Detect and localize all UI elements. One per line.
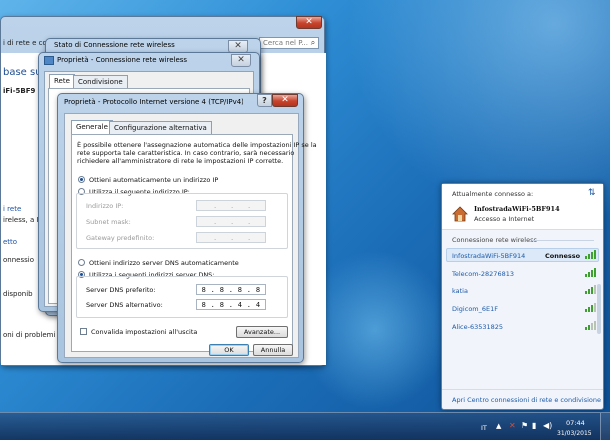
close-icon[interactable]: ✕ — [231, 54, 251, 67]
dialog-body: Generale Configurazione alternativa È po… — [64, 113, 317, 358]
network-item-name[interactable]: Alice-63531825 — [452, 323, 503, 331]
network-item-status: Connesso — [545, 252, 581, 260]
auto-dns-radio[interactable] — [78, 259, 85, 266]
current-network-name: InfostradaWiFi-5BF914 — [474, 205, 560, 213]
network-name: iFi-5BF9 — [3, 87, 36, 95]
taskbar: IT ▲ ✕ ⚑ ▮ ◀) 07:44 31/03/2015 — [0, 412, 610, 440]
network-flyout: Attualmente connesso a: ⇅ InfostradaWiFi… — [441, 183, 604, 410]
section-divider — [532, 240, 594, 241]
flag-icon[interactable]: ⚑ — [521, 421, 528, 430]
network-tray-icon[interactable]: ✕ — [509, 421, 516, 430]
preferred-dns-label: Server DNS preferito: — [86, 286, 156, 294]
current-connection-panel: Attualmente connesso a: ⇅ InfostradaWiFi… — [442, 184, 603, 230]
tab-configurazione-alternativa[interactable]: Configurazione alternativa — [109, 121, 212, 134]
tab-generale[interactable]: Generale — [71, 120, 113, 134]
signal-icon — [585, 285, 597, 294]
network-item-name[interactable]: Telecom-28276813 — [452, 270, 514, 278]
language-indicator[interactable]: IT — [481, 424, 487, 432]
help-icon[interactable]: ? — [257, 94, 272, 107]
subnet-field[interactable]: ... — [196, 216, 266, 227]
network-item-name[interactable]: katia — [452, 287, 468, 295]
validate-label[interactable]: Convalida impostazioni all'uscita — [91, 328, 197, 336]
network-item-name[interactable]: Digicom_6E1F — [452, 305, 498, 313]
tab-condivisione[interactable]: Condivisione — [73, 75, 128, 88]
wireless-section-title: Connessione rete wireless — [452, 236, 537, 244]
tab-rete[interactable]: Rete — [49, 74, 75, 88]
house-icon — [452, 206, 468, 222]
gateway-label: Gateway predefinito: — [86, 234, 155, 242]
close-icon[interactable]: ✕ — [272, 94, 298, 107]
show-hidden-icons[interactable]: ▲ — [496, 422, 501, 430]
search-icon[interactable]: ⌕ — [307, 37, 319, 49]
wireless-props-title: Proprietà - Connessione rete wireless — [57, 56, 188, 64]
auto-ip-radio[interactable] — [78, 176, 85, 183]
gateway-field[interactable]: ... — [196, 232, 266, 243]
signal-tray-icon[interactable]: ▮ — [532, 421, 536, 430]
ip-address-label: Indirizzo IP: — [86, 202, 124, 210]
close-icon[interactable]: ✕ — [296, 16, 322, 29]
ipv4-properties-dialog: Proprietà - Protocollo Internet versione… — [57, 93, 317, 363]
subnet-label: Subnet mask: — [86, 218, 131, 226]
validate-checkbox[interactable] — [80, 328, 87, 335]
dns-group-box — [76, 276, 288, 318]
connection-text-2: onnessio — [3, 256, 34, 264]
flyout-scrollbar[interactable] — [597, 284, 601, 334]
current-network-status: Accesso a Internet — [474, 215, 535, 223]
description-line-3: richiedere all'amministratore di rete le… — [77, 157, 284, 165]
show-desktop-button[interactable] — [600, 413, 610, 440]
ip-address-field[interactable]: ... — [196, 200, 266, 211]
signal-icon — [585, 321, 597, 330]
connection-text-3: disponib — [3, 290, 33, 298]
advanced-button[interactable]: Avanzate... — [236, 326, 288, 338]
alternate-dns-value: 8 . 8 . 4 . 4 — [201, 301, 261, 309]
cancel-button[interactable]: Annulla — [253, 344, 293, 356]
clock-date[interactable]: 31/03/2015 — [557, 430, 592, 437]
description-line-2: rete supporta tale caratteristica. In ca… — [77, 149, 295, 157]
open-network-center-link[interactable]: Apri Centro connessioni di rete e condiv… — [452, 396, 601, 404]
connection-text: ireless, a In — [3, 216, 43, 224]
general-tab-pane: È possibile ottenere l'assegnazione auto… — [71, 134, 317, 352]
preferred-dns-field[interactable]: 8 . 8 . 8 . 8 — [196, 284, 266, 295]
signal-icon — [585, 303, 597, 312]
network-item-name[interactable]: InfostradaWiFi-5BF914 — [452, 252, 525, 260]
setup-link[interactable]: etto — [3, 238, 17, 246]
ok-button[interactable]: OK — [209, 344, 249, 356]
network-icon — [44, 56, 54, 65]
ipv4-dialog-title: Proprietà - Protocollo Internet versione… — [64, 98, 243, 106]
volume-icon[interactable]: ◀) — [543, 421, 552, 430]
signal-icon — [585, 268, 597, 277]
network-link[interactable]: i rete — [3, 205, 21, 213]
preferred-dns-value: 8 . 8 . 8 . 8 — [201, 286, 261, 294]
connected-label: Attualmente connesso a: — [452, 190, 534, 198]
clock-time[interactable]: 07:44 — [566, 419, 585, 427]
alternate-dns-field[interactable]: 8 . 8 . 4 . 4 — [196, 299, 266, 310]
refresh-icon[interactable]: ⇅ — [588, 188, 596, 198]
signal-icon — [585, 250, 597, 259]
auto-dns-label[interactable]: Ottieni indirizzo server DNS automaticam… — [89, 259, 239, 267]
flyout-footer: Apri Centro connessioni di rete e condiv… — [442, 389, 603, 409]
description-line-1: È possibile ottenere l'assegnazione auto… — [77, 141, 317, 149]
alternate-dns-label: Server DNS alternativo: — [86, 301, 163, 309]
auto-ip-label[interactable]: Ottieni automaticamente un indirizzo IP — [89, 176, 218, 184]
